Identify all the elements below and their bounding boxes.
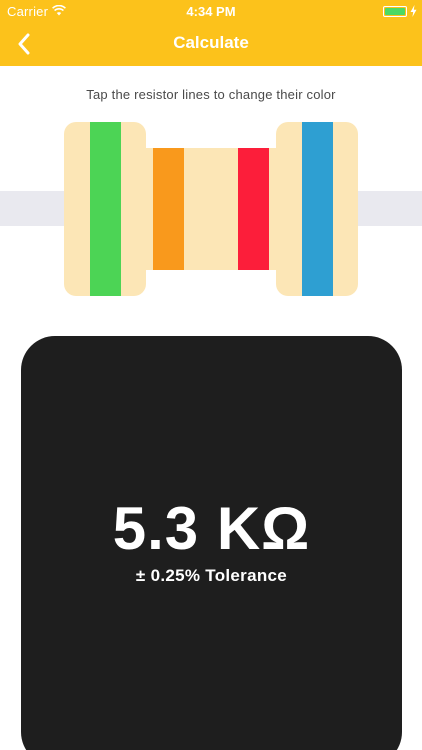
result-card: 5.3 KΩ ± 0.25% Tolerance: [21, 336, 402, 750]
calculate-screen: Carrier 4:34 PM Calculate Tap the resist…: [0, 0, 422, 750]
resistor-band-2[interactable]: [153, 148, 184, 270]
tolerance-label: ± 0.25% Tolerance: [135, 566, 288, 585]
resistor-band-4[interactable]: [302, 122, 333, 296]
resistor-wire-right: [352, 191, 422, 226]
instruction-text: Tap the resistor lines to change their c…: [86, 87, 336, 102]
resistor-band-3[interactable]: [238, 148, 269, 270]
battery-icon: [383, 6, 407, 17]
battery-fill: [385, 8, 405, 15]
nav-bar: Calculate: [0, 22, 422, 66]
page-title: Calculate: [173, 33, 249, 52]
resistor-band-1[interactable]: [90, 122, 121, 296]
status-time: 4:34 PM: [186, 4, 236, 19]
resistance-value: 5.3 KΩ: [112, 495, 311, 562]
charging-icon: [410, 5, 417, 17]
status-bar: Carrier 4:34 PM: [0, 0, 422, 22]
resistor-wire-left: [0, 191, 70, 226]
header: Carrier 4:34 PM Calculate: [0, 0, 422, 66]
